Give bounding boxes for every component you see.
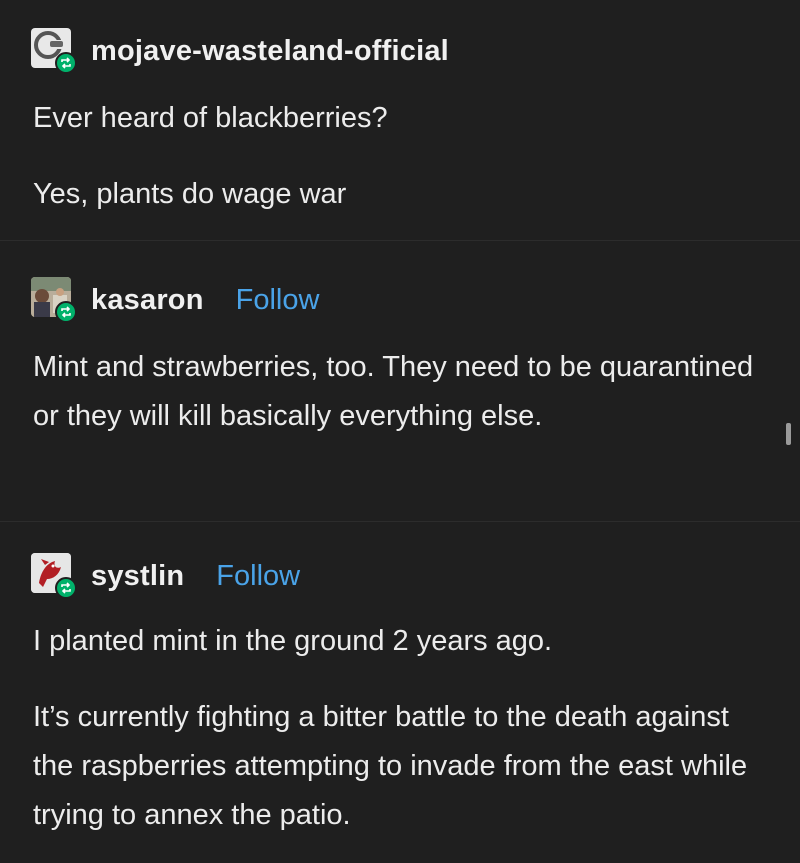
avatar[interactable] xyxy=(31,553,77,599)
post-paragraph: Mint and strawberries, too. They need to… xyxy=(33,351,754,432)
post-header: mojave-wasteland-official xyxy=(31,28,449,74)
reblog-icon xyxy=(55,301,77,323)
follow-button[interactable]: Follow xyxy=(236,284,320,317)
follow-button[interactable]: Follow xyxy=(216,560,300,593)
post-header: systlin Follow xyxy=(31,553,300,599)
scrollbar[interactable] xyxy=(786,423,791,445)
divider xyxy=(0,521,800,522)
reblog-icon xyxy=(55,52,77,74)
username[interactable]: kasaron xyxy=(91,284,204,317)
post-paragraph: I planted mint in the ground 2 years ago… xyxy=(33,625,553,657)
username[interactable]: mojave-wasteland-official xyxy=(91,35,449,68)
post-paragraph: It’s currently fighting a bitter battle … xyxy=(33,701,748,831)
username[interactable]: systlin xyxy=(91,560,184,593)
post-paragraph: Ever heard of blackberries? xyxy=(33,102,388,134)
avatar[interactable] xyxy=(31,277,77,323)
avatar[interactable] xyxy=(31,28,77,74)
post-header: kasaron Follow xyxy=(31,277,319,323)
divider xyxy=(0,240,800,241)
post-paragraph: Yes, plants do wage war xyxy=(33,178,347,210)
reblog-icon xyxy=(55,577,77,599)
